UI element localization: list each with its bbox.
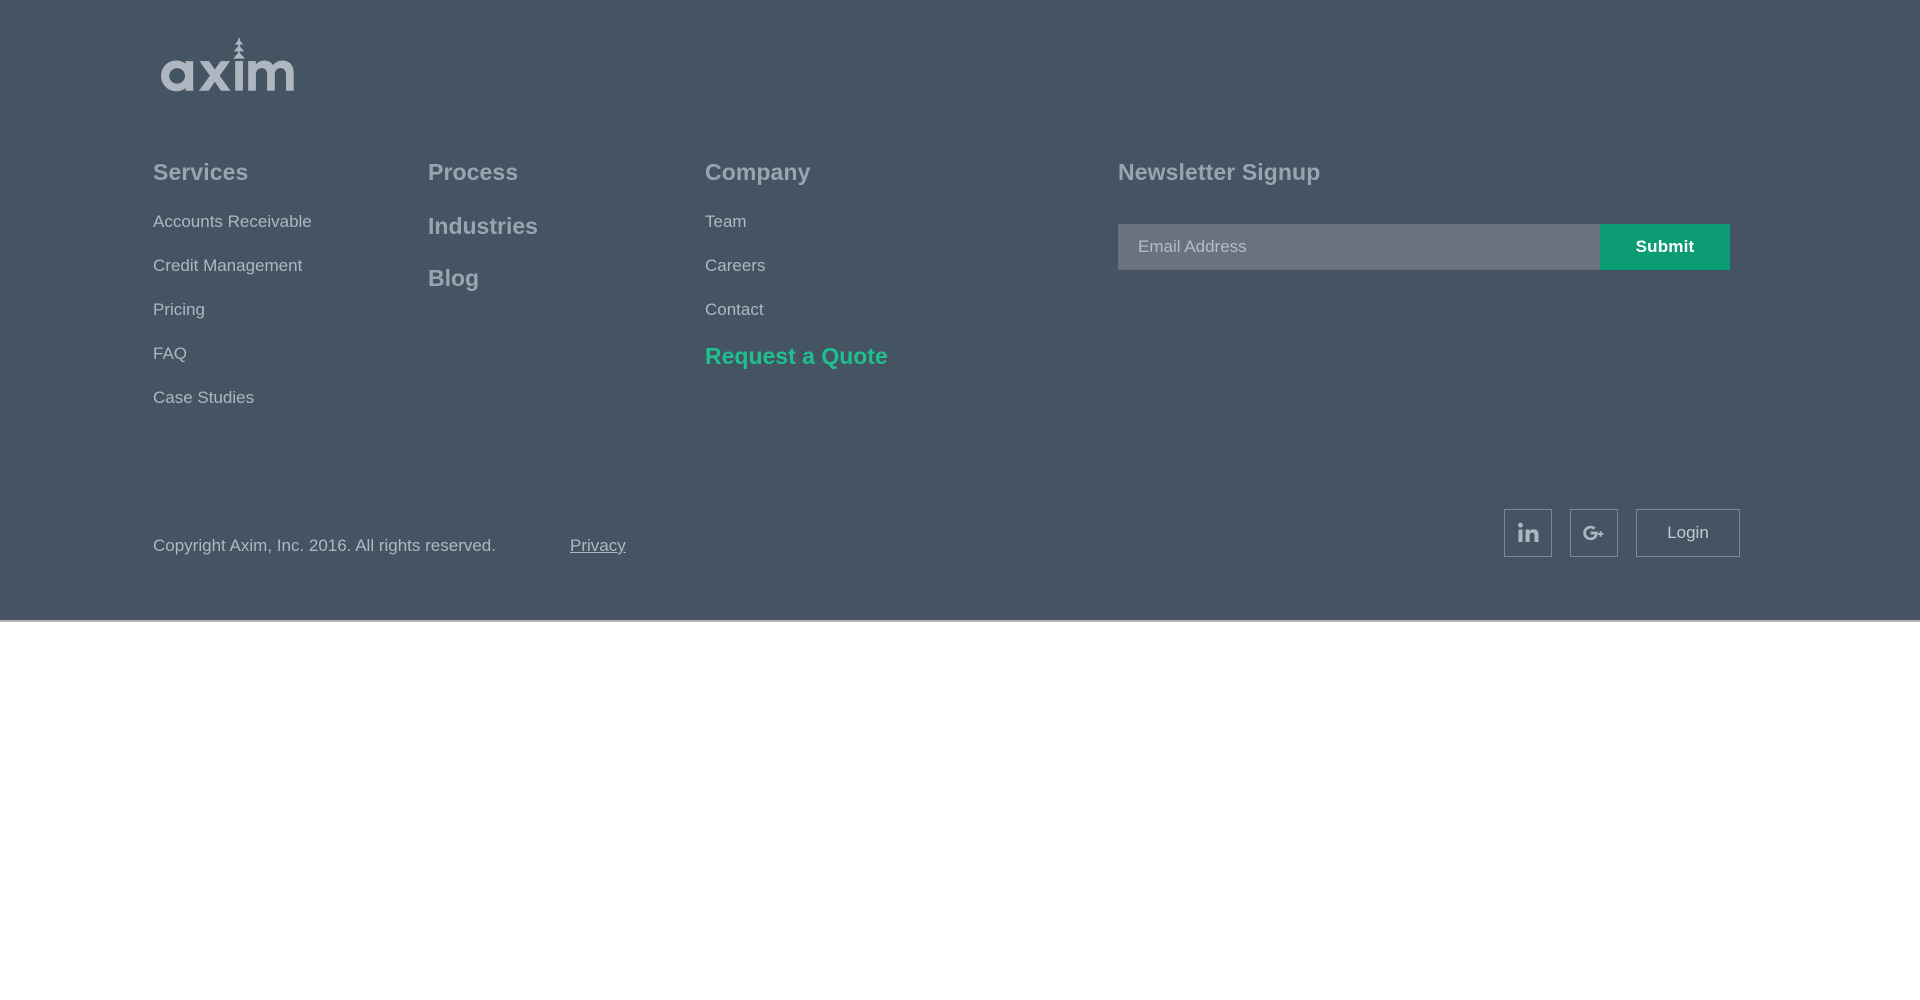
tree-ornament-icon [233,38,245,59]
link-team[interactable]: Team [705,212,888,232]
email-input[interactable] [1118,224,1600,270]
footer-column-company: Company Team Careers Contact Request a Q… [705,158,888,370]
linkedin-icon[interactable] [1504,509,1552,557]
axim-logo[interactable] [153,36,303,98]
column-title-process: Process [428,159,519,185]
column-title-company: Company [705,159,811,185]
services-link-list: Accounts Receivable Credit Management Pr… [153,212,312,408]
footer-column-process: Process Industries Blog [428,158,538,316]
link-blog[interactable]: Blog [428,264,538,292]
process-link-list: Industries Blog [428,212,538,292]
column-title-services: Services [153,159,249,185]
request-a-quote-link[interactable]: Request a Quote [705,342,888,370]
link-credit-management[interactable]: Credit Management [153,256,312,276]
login-button[interactable]: Login [1636,509,1740,557]
link-case-studies[interactable]: Case Studies [153,388,312,408]
footer-bottom-right: Login [1504,509,1740,557]
site-footer: Services Accounts Receivable Credit Mana… [0,0,1920,622]
google-plus-icon[interactable] [1570,509,1618,557]
footer-column-services: Services Accounts Receivable Credit Mana… [153,158,312,408]
footer-column-newsletter: Newsletter Signup [1118,158,1320,186]
privacy-link[interactable]: Privacy [570,535,626,557]
link-faq[interactable]: FAQ [153,344,312,364]
column-title-newsletter: Newsletter Signup [1118,159,1321,185]
link-careers[interactable]: Careers [705,256,888,276]
copyright-text: Copyright Axim, Inc. 2016. All rights re… [153,536,496,555]
link-industries[interactable]: Industries [428,212,538,240]
submit-button[interactable]: Submit [1600,224,1730,270]
newsletter-signup-form: Submit [1118,224,1730,270]
link-pricing[interactable]: Pricing [153,300,312,320]
link-contact[interactable]: Contact [705,300,888,320]
link-accounts-receivable[interactable]: Accounts Receivable [153,212,312,232]
company-link-list: Team Careers Contact [705,212,888,320]
